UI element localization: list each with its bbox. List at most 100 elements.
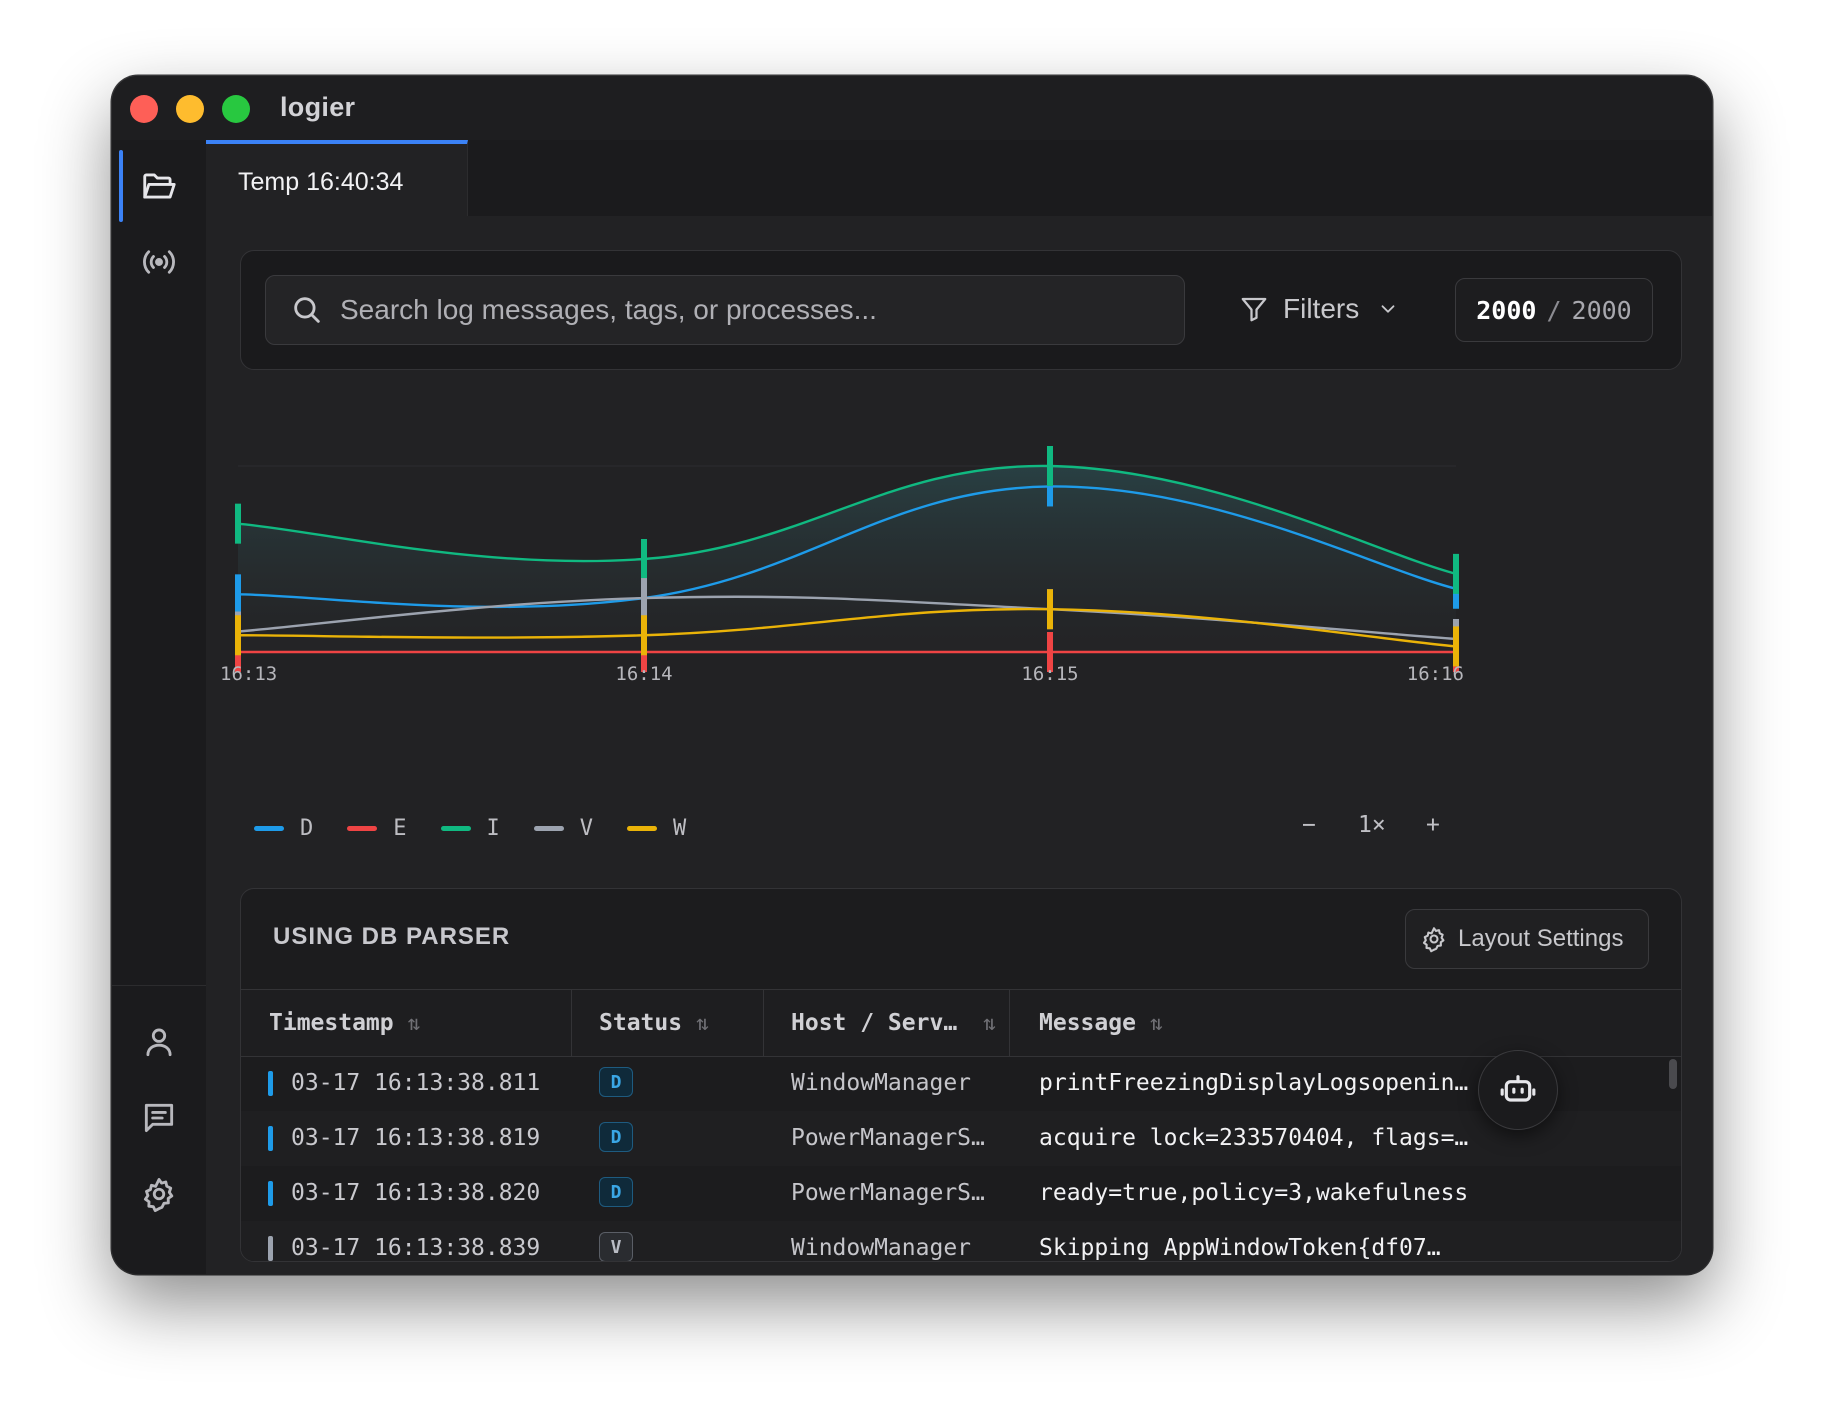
status-badge: V [599, 1232, 633, 1261]
data-point-w [1047, 589, 1053, 630]
chart-legend: DEIVW [254, 816, 720, 841]
app-window: logier Temp 16:40:34 Search log messages… [112, 76, 1712, 1274]
data-point-i [1453, 553, 1459, 594]
data-point-d [235, 574, 241, 615]
timestamp-cell: 03-17 16:13:38.811 [291, 1070, 541, 1096]
status-badge: D [599, 1122, 633, 1152]
data-point-i [641, 539, 647, 579]
message-cell: Skipping AppWindowToken{df07… [1039, 1235, 1441, 1261]
gear-icon [143, 1178, 174, 1213]
table-scrollbar[interactable] [1669, 1059, 1677, 1089]
total-count: 2000 [1571, 295, 1632, 325]
column-label: Timestamp [269, 1010, 394, 1036]
legend-item-v[interactable]: V [533, 816, 593, 841]
column-label: Message [1039, 1010, 1136, 1036]
chevron-down-icon [1381, 305, 1395, 313]
sidebar-item-settings[interactable] [112, 1156, 206, 1232]
app-title: logier [280, 92, 356, 122]
message-cell: ready=true,policy=3,wakefulness [1039, 1180, 1469, 1206]
bot-icon [1500, 1075, 1536, 1102]
legend-label: D [300, 816, 314, 841]
legend-swatch [627, 826, 657, 831]
timestamp-cell: 03-17 16:13:38.839 [291, 1235, 541, 1261]
legend-item-i[interactable]: I [440, 816, 500, 841]
search-box[interactable] [265, 275, 1185, 345]
layout-settings-button[interactable]: Layout Settings [1405, 909, 1649, 969]
sidebar-item-account[interactable] [112, 1004, 206, 1080]
data-point-i [1047, 446, 1053, 486]
host-cell: WindowManager [791, 1235, 972, 1261]
column-label: Status [599, 1010, 683, 1036]
sidebar-item-live[interactable] [112, 224, 206, 300]
table-row[interactable]: 03-17 16:13:38.811 D WindowManager print… [241, 1056, 1681, 1111]
timestamp-cell: 03-17 16:13:38.820 [291, 1180, 541, 1206]
legend-swatch [347, 826, 378, 831]
sort-icon[interactable]: ⇅ [1150, 1011, 1163, 1035]
sort-icon[interactable]: ⇅ [983, 1011, 996, 1035]
close-window-button[interactable] [130, 95, 158, 123]
assistant-button[interactable] [1478, 1050, 1558, 1130]
minimize-window-button[interactable] [176, 95, 204, 123]
table-row[interactable]: 03-17 16:13:38.820 D PowerManagerSe… rea… [241, 1166, 1681, 1221]
count-separator: / [1546, 295, 1562, 325]
tab-label: Temp 16:40:34 [238, 168, 404, 196]
gear-icon [1422, 927, 1445, 953]
data-point-w [235, 615, 241, 656]
timestamp-cell: 03-17 16:13:38.819 [291, 1125, 541, 1151]
data-point-i [235, 503, 241, 544]
level-indicator [268, 1181, 273, 1206]
panel-title: USING DB PARSER [273, 923, 511, 950]
x-tick-label: 16:16 [1407, 663, 1464, 685]
table-row[interactable]: 03-17 16:13:38.839 V WindowManager Skipp… [241, 1221, 1681, 1261]
table-row[interactable]: 03-17 16:13:38.819 D PowerManagerSe… acq… [241, 1111, 1681, 1166]
host-cell: PowerManagerSe… [791, 1125, 991, 1151]
maximize-window-button[interactable] [222, 95, 250, 123]
sidebar-item-files[interactable] [112, 148, 206, 224]
level-indicator [268, 1071, 273, 1096]
column-divider[interactable] [571, 990, 572, 1056]
x-tick-label: 16:13 [220, 663, 277, 685]
column-divider[interactable] [763, 990, 764, 1056]
data-point-v [641, 578, 647, 619]
level-indicator [268, 1236, 273, 1261]
status-badge: D [599, 1067, 633, 1097]
table-header: Timestamp ⇅ Status ⇅ Host / Serv… ⇅ Mess… [241, 989, 1681, 1057]
sidebar-item-messages[interactable] [112, 1080, 206, 1156]
filters-label: Filters [1283, 293, 1360, 324]
layout-settings-label: Layout Settings [1458, 925, 1624, 952]
column-header-host[interactable]: Host / Serv… ⇅ [791, 990, 996, 1056]
zoom-level: 1× [1358, 812, 1386, 838]
zoom-in-button[interactable]: + [1426, 812, 1440, 838]
x-tick-label: 16:14 [615, 663, 672, 685]
zoom-out-button[interactable]: − [1302, 812, 1316, 838]
column-header-status[interactable]: Status ⇅ [599, 990, 709, 1056]
tab-temp[interactable]: Temp 16:40:34 [206, 140, 468, 216]
search-input[interactable] [338, 276, 1162, 344]
column-divider[interactable] [1009, 990, 1010, 1056]
host-cell: WindowManager [791, 1070, 972, 1096]
message-icon [144, 1103, 174, 1133]
sort-icon[interactable]: ⇅ [696, 1011, 709, 1035]
legend-label: I [486, 816, 500, 841]
legend-swatch [440, 826, 471, 831]
host-cell: PowerManagerSe… [791, 1180, 991, 1206]
legend-swatch [254, 826, 284, 831]
legend-item-d[interactable]: D [254, 816, 313, 841]
folder-open-icon [143, 173, 176, 199]
column-header-timestamp[interactable]: Timestamp ⇅ [269, 990, 420, 1056]
shown-count: 2000 [1476, 295, 1537, 325]
data-point-w [1453, 626, 1459, 667]
sort-icon[interactable]: ⇅ [408, 1011, 421, 1035]
column-header-message[interactable]: Message ⇅ [1039, 990, 1163, 1056]
log-count-badge: 2000 / 2000 [1455, 278, 1653, 342]
user-icon [146, 1028, 172, 1057]
tab-bar: Temp 16:40:34 [206, 140, 1712, 217]
legend-label: W [673, 816, 687, 841]
broadcast-icon [143, 250, 175, 274]
legend-item-e[interactable]: E [347, 816, 407, 841]
log-level-chart[interactable]: 16:13 16:14 16:15 16:16 [206, 436, 1712, 696]
filter-icon [1241, 297, 1267, 322]
filters-dropdown[interactable]: Filters [1239, 275, 1399, 343]
legend-item-w[interactable]: W [627, 816, 686, 841]
sidebar [112, 140, 207, 1274]
